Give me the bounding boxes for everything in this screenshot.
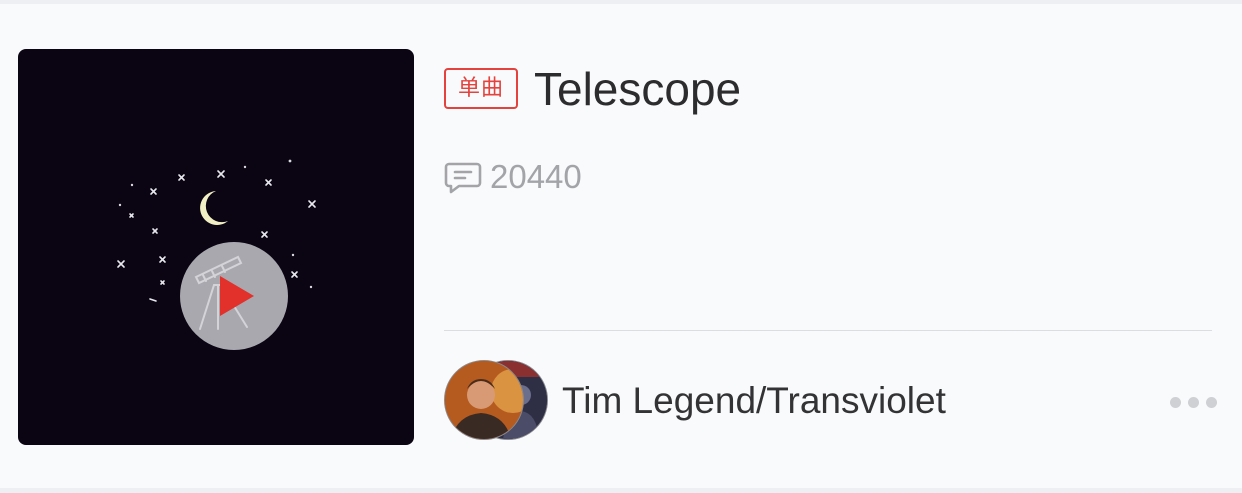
artist-avatars[interactable] <box>444 360 548 440</box>
comment-count[interactable]: 20440 <box>490 157 582 197</box>
single-tag: 单曲 <box>444 68 518 109</box>
artist-name[interactable]: Tim Legend/Transviolet <box>562 379 946 423</box>
divider <box>444 330 1212 331</box>
avatar-tim-legend <box>444 360 524 440</box>
top-separator <box>0 0 1242 4</box>
more-dots-icon[interactable] <box>1162 390 1222 414</box>
bottom-separator <box>0 488 1242 493</box>
play-button[interactable] <box>180 242 288 350</box>
song-title[interactable]: Telescope <box>534 62 741 116</box>
album-cover[interactable] <box>18 49 414 445</box>
comment-icon[interactable] <box>444 158 482 196</box>
play-icon <box>220 276 254 316</box>
